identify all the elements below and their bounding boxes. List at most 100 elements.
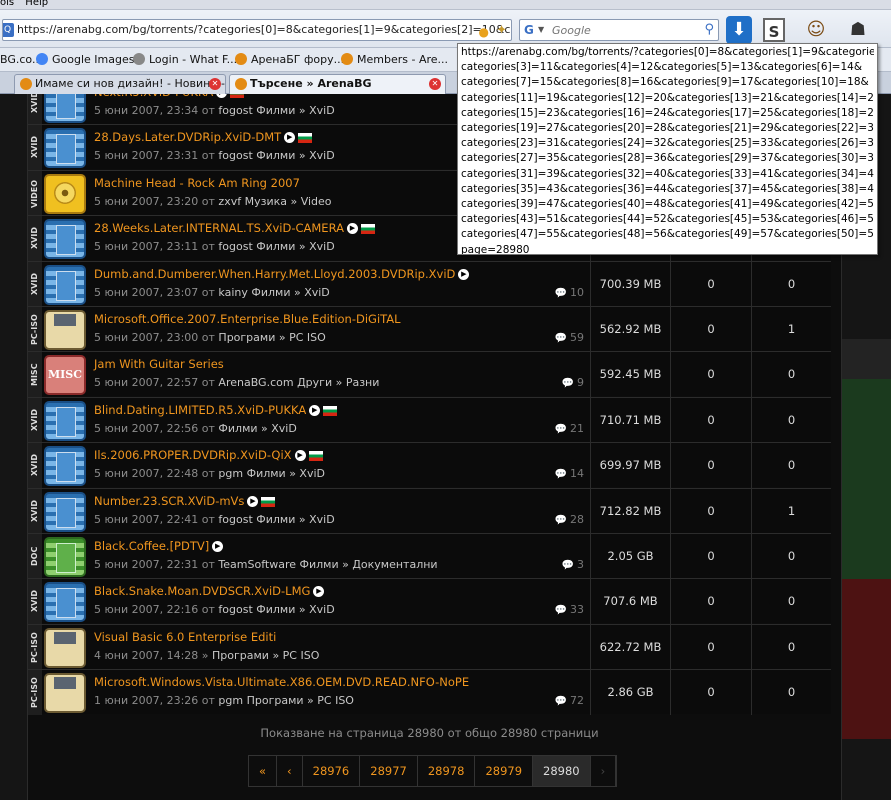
category-label[interactable]: PC-ISO: [28, 670, 42, 715]
category-label[interactable]: XVID: [28, 579, 42, 624]
torrent-title[interactable]: Black.Coffee.[PDTV]: [94, 539, 209, 553]
category-film-icon[interactable]: [44, 94, 86, 123]
next-page-button[interactable]: ›: [590, 756, 617, 786]
category-path-link[interactable]: Програми » PC ISO: [247, 694, 354, 707]
category-label[interactable]: VIDEO: [28, 171, 42, 216]
comments-count[interactable]: 💬 33: [528, 579, 588, 624]
category-video-icon[interactable]: [44, 174, 86, 214]
address-bar[interactable]: Q https://arenabg.com/bg/torrents/?categ…: [2, 19, 512, 41]
category-label[interactable]: PC-ISO: [28, 625, 42, 670]
search-bar[interactable]: G ▼ ⚲: [519, 19, 719, 41]
torrent-title[interactable]: Ils.2006.PROPER.DVDRip.XviD-QiX: [94, 448, 292, 462]
first-page-button[interactable]: «: [249, 756, 278, 786]
search-icon[interactable]: ⚲: [704, 20, 714, 40]
greasemonkey-icon[interactable]: ☺: [803, 16, 829, 44]
torrent-title[interactable]: 28.Days.Later.DVDRip.XviD-DMT: [94, 130, 281, 144]
category-film-icon[interactable]: [44, 128, 86, 168]
torrent-title-link[interactable]: Jam With Guitar Series: [94, 357, 224, 371]
page-button[interactable]: 28977: [360, 756, 418, 786]
page-button[interactable]: 28979: [475, 756, 534, 786]
uploader-link[interactable]: fogost: [218, 149, 252, 162]
uploader-link[interactable]: pgm: [218, 694, 243, 707]
torrent-title-link[interactable]: Number.23.SCR.XViD-mVs ▶: [94, 494, 276, 508]
category-label[interactable]: MISC: [28, 352, 42, 397]
rss-feed-icon[interactable]: ●: [479, 22, 489, 40]
category-label[interactable]: XVID: [28, 398, 42, 443]
torrent-title-link[interactable]: Black.Coffee.[PDTV] ▶: [94, 539, 224, 553]
category-label[interactable]: PC-ISO: [28, 307, 42, 352]
torrent-title-link[interactable]: Microsoft.Office.2007.Enterprise.Blue.Ed…: [94, 312, 401, 326]
category-doc-icon[interactable]: [44, 537, 86, 577]
play-preview-icon[interactable]: ▶: [458, 269, 470, 280]
category-label[interactable]: XVID: [28, 443, 42, 488]
category-label[interactable]: XVID: [28, 94, 42, 125]
category-label[interactable]: XVID: [28, 216, 42, 261]
torrent-title[interactable]: Jam With Guitar Series: [94, 357, 224, 371]
play-preview-icon[interactable]: ▶: [309, 405, 321, 416]
category-floppy-icon[interactable]: [44, 628, 86, 668]
torrent-title[interactable]: Blind.Dating.LIMITED.R5.XviD-PUKKA: [94, 403, 306, 417]
category-label[interactable]: DOC: [28, 534, 42, 579]
menu-help[interactable]: Help: [25, 0, 48, 8]
category-film-icon[interactable]: [44, 401, 86, 441]
comments-count[interactable]: 💬 3: [528, 534, 588, 579]
category-path-link[interactable]: Филми » XviD: [251, 286, 329, 299]
category-label[interactable]: XVID: [28, 262, 42, 307]
uploader-link[interactable]: pgm: [218, 467, 243, 480]
torrent-title[interactable]: 28.Weeks.Later.INTERNAL.TS.XviD-CAMERA: [94, 221, 344, 235]
uploader-link[interactable]: zxvf: [218, 195, 241, 208]
torrent-title[interactable]: Next.R5.XViD-PUKKA: [94, 94, 213, 99]
category-film-icon[interactable]: [44, 219, 86, 259]
bookmark-star-icon[interactable]: ✦: [496, 21, 507, 40]
comments-count[interactable]: 💬 9: [528, 352, 588, 397]
close-tab-icon[interactable]: ✕: [209, 78, 221, 90]
page-button[interactable]: 28980: [533, 756, 591, 786]
category-label[interactable]: XVID: [28, 125, 42, 170]
category-path-link[interactable]: Филми » XviD: [256, 240, 334, 253]
uploader-link[interactable]: fogost: [218, 104, 252, 117]
prev-page-button[interactable]: ‹: [277, 756, 303, 786]
s-addon-icon[interactable]: S: [763, 18, 785, 42]
category-floppy-icon[interactable]: [44, 310, 86, 350]
category-film-icon[interactable]: [44, 582, 86, 622]
torrent-title-link[interactable]: Ils.2006.PROPER.DVDRip.XviD-QiX ▶: [94, 448, 323, 462]
category-path-link[interactable]: Филми » Документални: [300, 558, 438, 571]
torrent-title[interactable]: Microsoft.Office.2007.Enterprise.Blue.Ed…: [94, 312, 401, 326]
bookmark-item[interactable]: Members - Are...: [341, 48, 448, 71]
play-preview-icon[interactable]: ▶: [212, 541, 224, 552]
torrent-title-link[interactable]: Microsoft.Windows.Vista.Ultimate.X86.OEM…: [94, 675, 469, 689]
uploader-link[interactable]: fogost: [218, 513, 252, 526]
torrent-title[interactable]: Microsoft.Windows.Vista.Ultimate.X86.OEM…: [94, 675, 469, 689]
uploader-link[interactable]: ArenaBG.com: [218, 376, 293, 389]
torrent-title-link[interactable]: Next.R5.XViD-PUKKA▶: [94, 94, 245, 99]
torrent-title-link[interactable]: Machine Head - Rock Am Ring 2007: [94, 176, 300, 190]
category-label[interactable]: XVID: [28, 489, 42, 534]
category-film-icon[interactable]: [44, 265, 86, 305]
google-engine-icon[interactable]: G: [524, 20, 534, 40]
play-preview-icon[interactable]: ▶: [216, 94, 228, 98]
uploader-link[interactable]: kainy: [218, 286, 247, 299]
torrent-title-link[interactable]: Blind.Dating.LIMITED.R5.XviD-PUKKA ▶: [94, 403, 338, 417]
torrent-title[interactable]: Visual Basic 6.0 Enterprise Editi: [94, 630, 276, 644]
download-icon[interactable]: ⬇: [726, 16, 752, 44]
play-preview-icon[interactable]: ▶: [346, 223, 358, 234]
bookmark-item[interactable]: Login - What F...: [133, 48, 237, 71]
uploader-link[interactable]: fogost: [218, 603, 252, 616]
torrent-title[interactable]: Number.23.SCR.XViD-mVs: [94, 494, 244, 508]
category-path-link[interactable]: Програми » PC ISO: [218, 331, 325, 344]
comments-count[interactable]: 💬 21: [528, 398, 588, 443]
tab-search[interactable]: Търсене » ArenaBG ✕: [229, 74, 446, 94]
category-film-icon[interactable]: [44, 446, 86, 486]
tab-news[interactable]: Имаме си нов дизайн! - Новини - ... ✕: [14, 74, 226, 94]
category-path-link[interactable]: Други » Разни: [297, 376, 379, 389]
search-input[interactable]: [552, 22, 702, 38]
torrent-title-link[interactable]: Black.Snake.Moan.DVDSCR.XviD-LMG ▶: [94, 584, 325, 598]
torrent-title-link[interactable]: Visual Basic 6.0 Enterprise Editi: [94, 630, 276, 644]
menu-tools[interactable]: ols: [0, 0, 14, 8]
comments-count[interactable]: 💬 59: [528, 307, 588, 352]
uploader-link[interactable]: fogost: [218, 240, 252, 253]
play-preview-icon[interactable]: ▶: [284, 132, 296, 143]
category-path-link[interactable]: Филми » XviD: [256, 104, 334, 117]
ninja-addon-icon[interactable]: ☗: [845, 16, 871, 44]
torrent-title-link[interactable]: 28.Weeks.Later.INTERNAL.TS.XviD-CAMERA ▶: [94, 221, 375, 235]
